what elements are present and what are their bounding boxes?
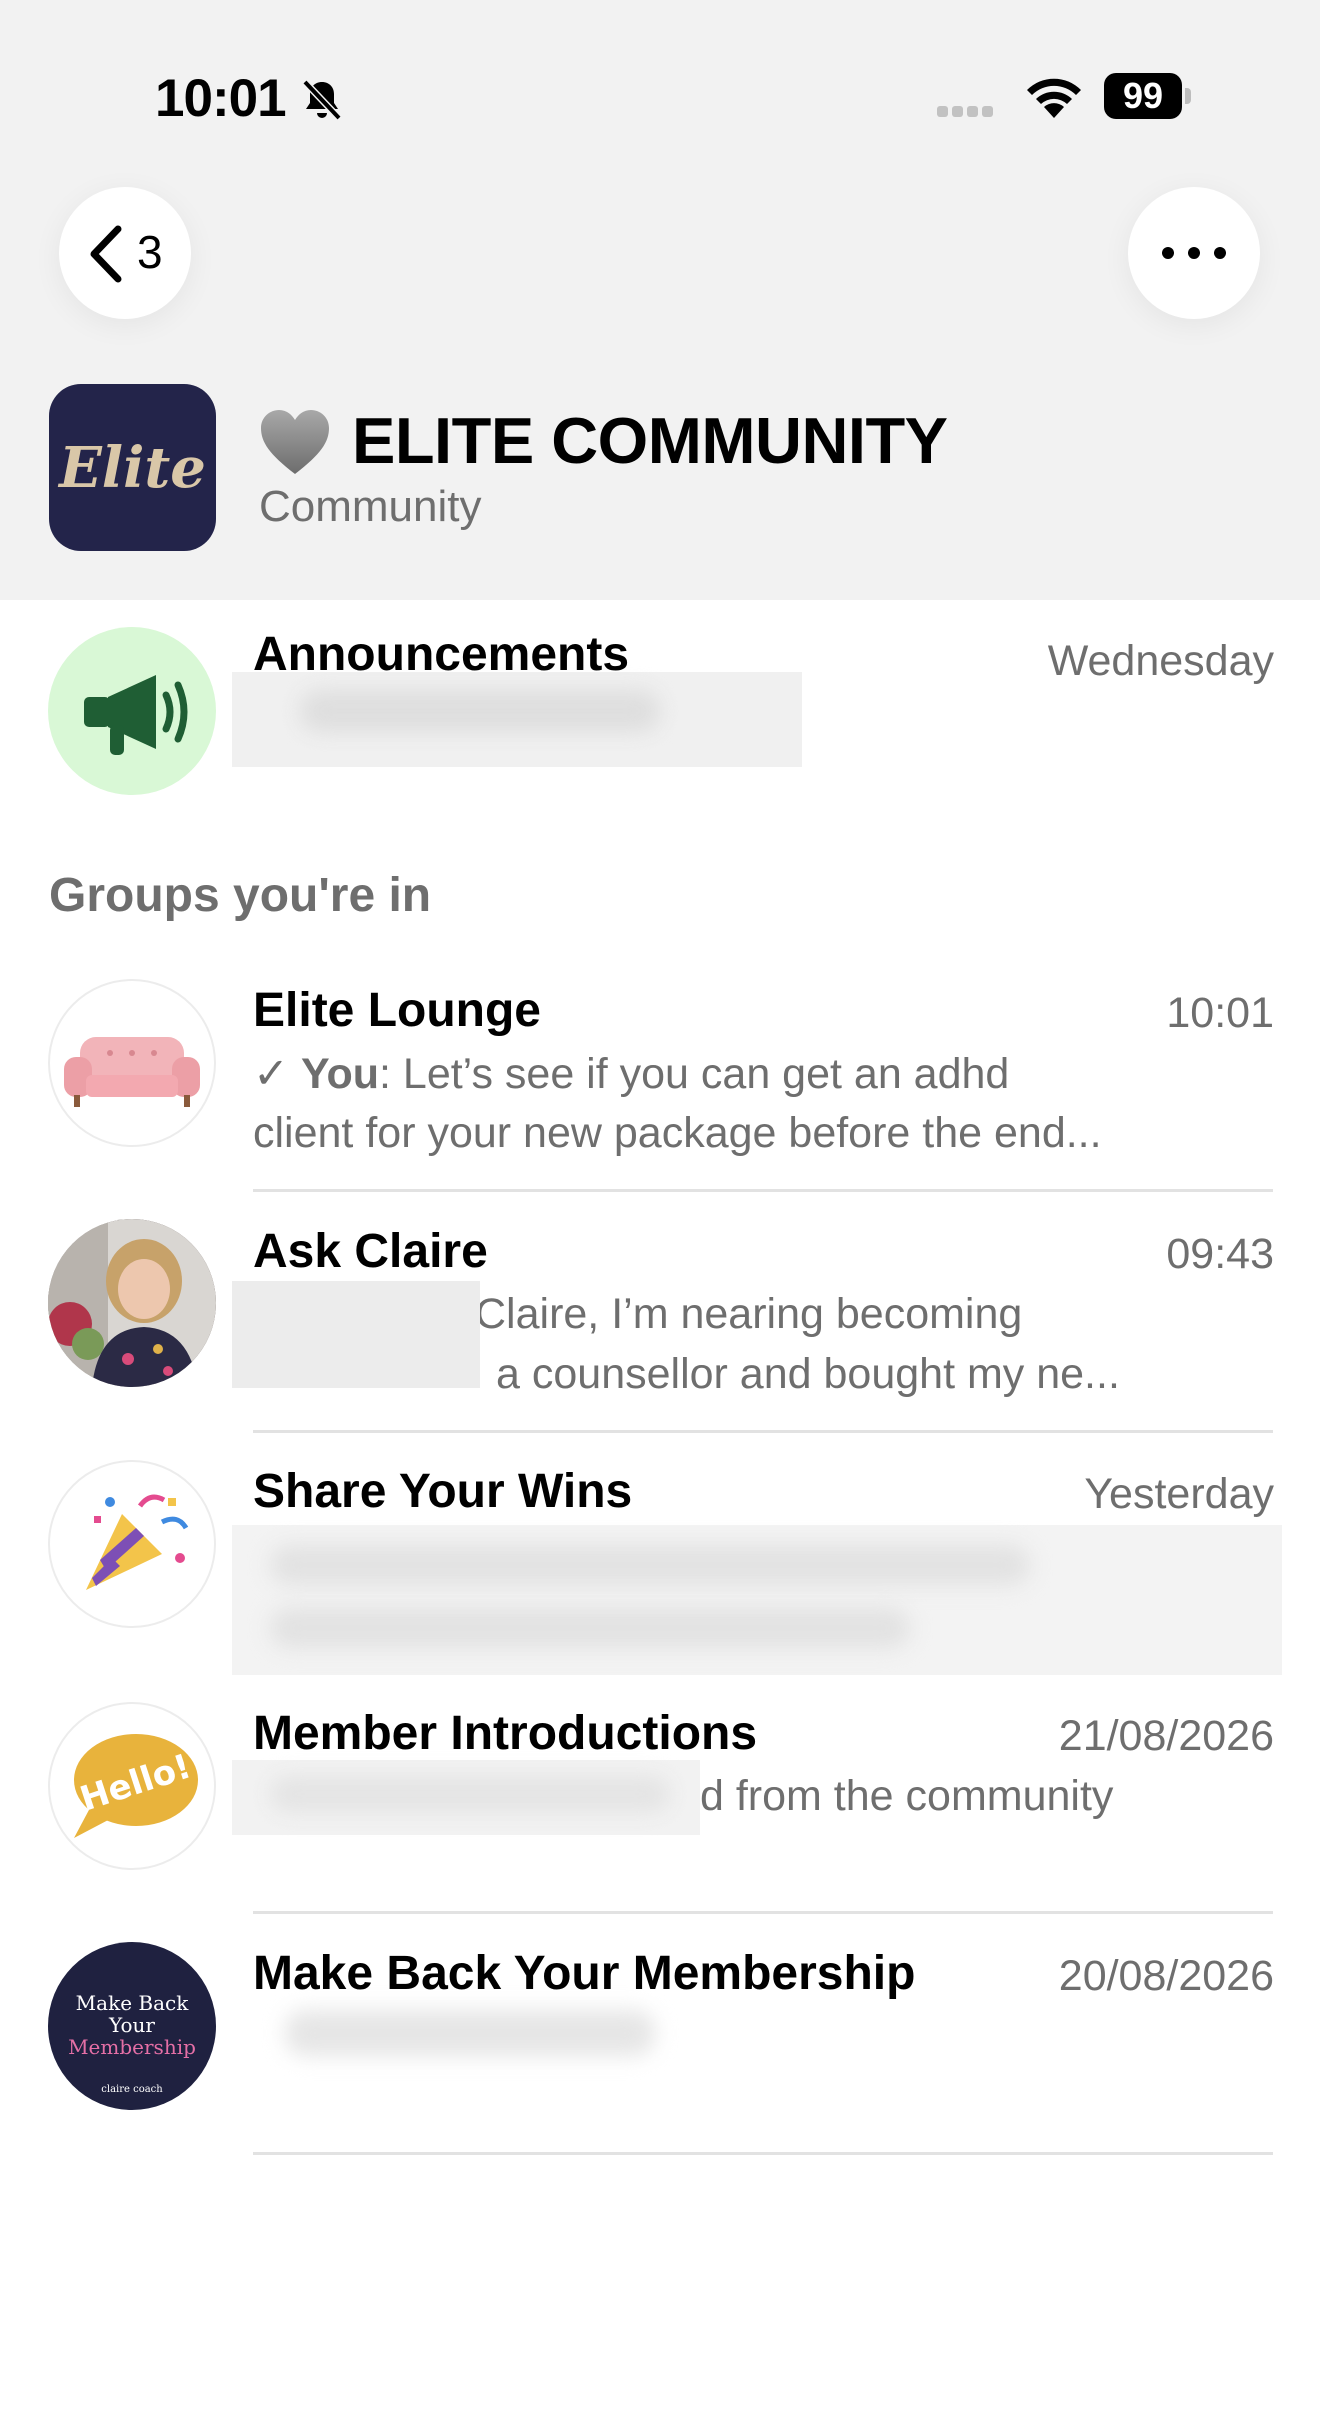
member-introductions-avatar: Hello! (48, 1702, 216, 1870)
grey-heart-icon (261, 410, 329, 474)
status-time: 10:01 (155, 69, 287, 128)
elite-lounge-preview: ✓ You: Let’s see if you can get an adhd (253, 1050, 1010, 1098)
announcements-time: Wednesday (1047, 637, 1274, 685)
svg-text:Your: Your (108, 2013, 155, 2037)
divider (253, 1911, 1273, 1914)
member-introductions-title: Member Introductions (253, 1707, 758, 1760)
read-checkmark-icon: ✓ (253, 1050, 301, 1098)
back-button[interactable]: 3 (59, 187, 191, 319)
svg-text:Membership: Membership (68, 2035, 196, 2059)
blurred-preview-text (285, 2010, 655, 2056)
ellipsis-icon (1162, 247, 1226, 259)
bell-muted-icon (302, 79, 342, 121)
community-logo-text: Elite (59, 434, 206, 501)
hello-speech-bubble-icon: Hello! (74, 1734, 198, 1838)
ask-claire-avatar (48, 1219, 216, 1387)
more-options-button[interactable] (1128, 187, 1260, 319)
community-title: ELITE COMMUNITY (352, 404, 948, 477)
member-introductions-preview: d from the community (700, 1772, 1114, 1820)
divider (253, 2152, 1273, 2155)
elite-lounge-time: 10:01 (1166, 989, 1274, 1037)
community-subtitle: Community (259, 482, 482, 531)
battery-indicator: 99 (1104, 73, 1192, 119)
blurred-sender (232, 1281, 480, 1388)
ask-claire-preview-line2: a counsellor and bought my ne... (496, 1350, 1120, 1398)
divider (253, 1189, 1273, 1192)
svg-text:Make Back: Make Back (76, 1991, 190, 2015)
sender-name: You (300, 1050, 380, 1098)
share-your-wins-time: Yesterday (1084, 1470, 1274, 1518)
elite-lounge-preview-line2: client for your new package before the e… (253, 1109, 1102, 1157)
wifi-icon (1027, 78, 1081, 118)
community-logo[interactable]: Elite (49, 384, 216, 551)
announcements-avatar (48, 627, 216, 795)
elite-lounge-avatar (48, 979, 216, 1147)
party-popper-icon (86, 1494, 189, 1590)
sofa-icon (64, 1037, 200, 1107)
ask-claire-preview: Claire, I’m nearing becoming (475, 1290, 1023, 1338)
ask-claire-time: 09:43 (1166, 1230, 1274, 1278)
megaphone-icon (84, 675, 188, 755)
blurred-preview-text (270, 1776, 670, 1812)
make-back-your-membership-avatar: Make Back Your Membership claire coach (48, 1942, 216, 2110)
cellular-signal-icon (937, 104, 997, 122)
svg-text:claire coach: claire coach (101, 2084, 163, 2095)
blurred-preview-text (270, 1545, 1030, 1585)
elite-lounge-title: Elite Lounge (253, 984, 541, 1037)
make-back-your-membership-time: 20/08/2026 (1058, 1952, 1274, 2000)
share-your-wins-avatar (48, 1460, 216, 1628)
divider (253, 1430, 1273, 1433)
profile-photo (48, 1219, 216, 1387)
member-introductions-time: 21/08/2026 (1058, 1712, 1274, 1760)
ask-claire-title: Ask Claire (253, 1225, 488, 1278)
share-your-wins-title: Share Your Wins (253, 1465, 633, 1518)
battery-level: 99 (1104, 73, 1182, 119)
membership-logo: Make Back Your Membership claire coach (68, 1991, 196, 2095)
back-count: 3 (137, 226, 163, 278)
make-back-your-membership-title: Make Back Your Membership (253, 1947, 916, 2000)
chevron-left-icon (90, 225, 122, 283)
blurred-preview-text (300, 690, 660, 732)
section-label: Groups you're in (49, 869, 432, 922)
blurred-preview-text (270, 1608, 910, 1648)
